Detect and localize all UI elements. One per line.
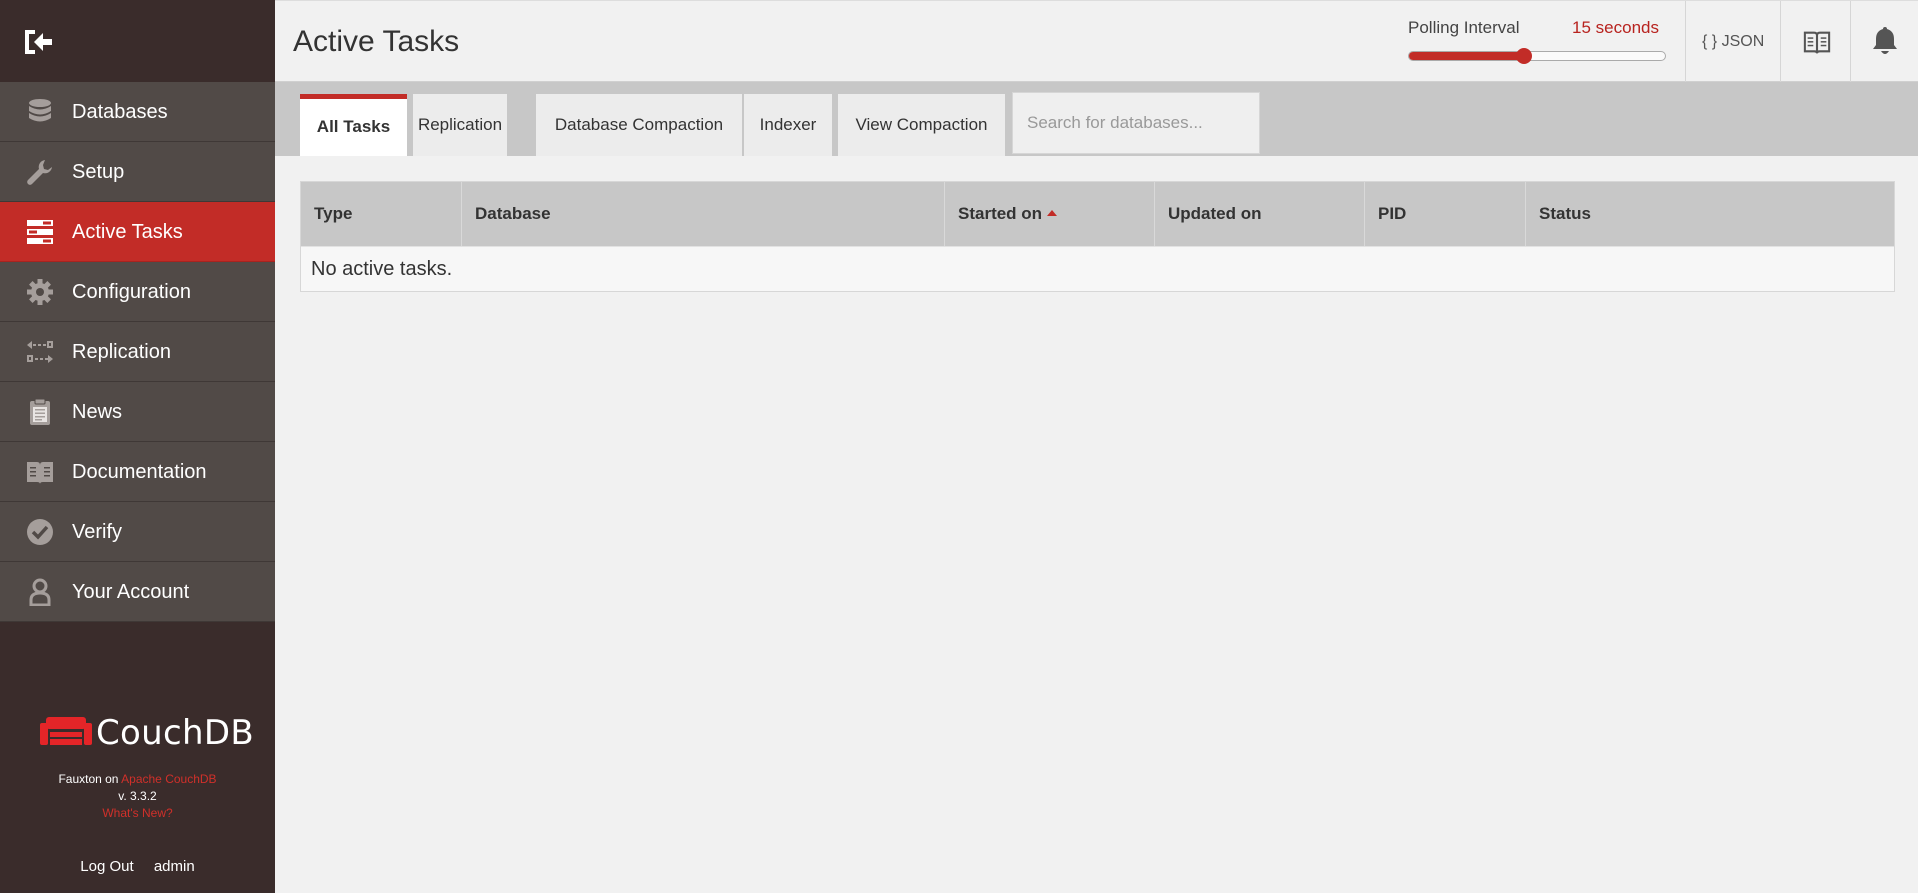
column-header-label: Started on [958, 204, 1043, 223]
page-title: Active Tasks [293, 25, 460, 58]
sidebar-item-label: Setup [72, 161, 125, 183]
column-header-pid[interactable]: PID [1365, 182, 1526, 246]
couchdb-logo-icon [40, 717, 92, 745]
polling-interval-control: Polling Interval 15 seconds [1408, 1, 1698, 83]
database-search-input[interactable] [1012, 92, 1260, 154]
version-text: v. 3.3.2 [118, 789, 157, 803]
collapse-sidebar-button[interactable] [0, 0, 275, 82]
book-icon [27, 462, 53, 484]
sign-out-icon [25, 30, 52, 54]
documentation-button[interactable] [1780, 1, 1850, 83]
sidebar-item-documentation[interactable]: Documentation [0, 442, 275, 502]
tab-replication[interactable]: Replication [413, 94, 507, 156]
column-header-status[interactable]: Status [1526, 182, 1894, 246]
column-header-updated-on[interactable]: Updated on [1155, 182, 1365, 246]
sidebar-item-label: Databases [72, 101, 168, 123]
account-username-link[interactable]: admin [154, 858, 195, 875]
tab-indexer[interactable]: Indexer [744, 94, 832, 156]
replication-icon [27, 341, 53, 363]
brand-name: CouchDB [96, 713, 254, 753]
logout-link[interactable]: Log Out [80, 858, 133, 875]
sidebar-item-label: Replication [72, 341, 171, 363]
sidebar-item-your-account[interactable]: Your Account [0, 562, 275, 622]
wrench-icon [27, 160, 52, 185]
sidebar-item-label: Configuration [72, 281, 191, 303]
slider-handle[interactable] [1516, 48, 1532, 64]
gear-icon [27, 279, 53, 305]
sidebar-nav: Databases Setup Active Tasks Configurati… [0, 82, 275, 622]
sidebar-item-label: News [72, 401, 123, 423]
tasks-icon [27, 220, 53, 244]
tab-all-tasks[interactable]: All Tasks [300, 94, 407, 156]
column-header-started-on[interactable]: Started on [945, 182, 1155, 246]
polling-interval-label: Polling Interval [1408, 18, 1520, 37]
sidebar-item-databases[interactable]: Databases [0, 82, 275, 142]
sidebar-item-label: Active Tasks [72, 221, 183, 243]
json-button-label: { } JSON [1702, 33, 1765, 50]
column-header-type[interactable]: Type [301, 182, 462, 246]
page-header: Active Tasks Polling Interval 15 seconds… [275, 0, 1918, 83]
tabs-bar: All Tasks Replication Database Compactio… [275, 82, 1918, 156]
notifications-button[interactable] [1850, 1, 1918, 83]
polling-interval-slider[interactable] [1408, 51, 1666, 61]
user-icon [29, 578, 51, 606]
sort-ascending-icon [1047, 209, 1058, 216]
whats-new-link[interactable]: What's New? [0, 806, 275, 820]
tab-view-compaction[interactable]: View Compaction [838, 94, 1005, 156]
sidebar-item-label: Documentation [72, 461, 207, 483]
empty-table-message: No active tasks. [301, 246, 1894, 291]
fauxton-line: Fauxton on Apache CouchDB [0, 772, 275, 786]
database-icon [29, 99, 51, 122]
clipboard-icon [30, 398, 50, 425]
polling-interval-value: 15 seconds [1572, 18, 1659, 37]
sidebar: Databases Setup Active Tasks Configurati… [0, 0, 275, 893]
sidebar-item-label: Verify [72, 521, 123, 543]
active-tasks-table: Type Database Started on Updated on PID … [300, 181, 1895, 292]
sidebar-item-news[interactable]: News [0, 382, 275, 442]
sidebar-item-label: Your Account [72, 581, 190, 603]
sidebar-item-replication[interactable]: Replication [0, 322, 275, 382]
tab-database-compaction[interactable]: Database Compaction [536, 94, 742, 156]
json-button[interactable]: { } JSON [1685, 1, 1781, 83]
fauxton-on-text: Fauxton on [58, 772, 119, 786]
slider-fill [1409, 52, 1524, 60]
sidebar-footer: Log Out admin [0, 858, 275, 875]
sidebar-item-setup[interactable]: Setup [0, 142, 275, 202]
bell-icon [1873, 27, 1897, 54]
table-header: Type Database Started on Updated on PID … [301, 182, 1894, 246]
book-icon [1803, 31, 1831, 54]
sidebar-item-active-tasks[interactable]: Active Tasks [0, 202, 275, 262]
sidebar-item-verify[interactable]: Verify [0, 502, 275, 562]
check-circle-icon [27, 519, 53, 545]
column-header-database[interactable]: Database [462, 182, 945, 246]
sidebar-item-configuration[interactable]: Configuration [0, 262, 275, 322]
apache-couchdb-link[interactable]: Apache CouchDB [121, 772, 216, 786]
